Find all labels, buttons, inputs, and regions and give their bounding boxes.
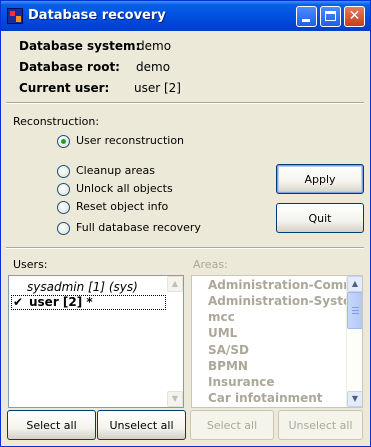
- radio-label-cleanup-areas[interactable]: Cleanup areas: [76, 164, 155, 177]
- minimize-icon: [302, 19, 310, 22]
- scroll-down-arrow-icon[interactable]: ▼: [347, 391, 362, 407]
- radio-full-database-recovery[interactable]: [57, 222, 70, 235]
- close-button[interactable]: ✕: [344, 6, 365, 27]
- radio-cleanup-areas[interactable]: [57, 165, 70, 178]
- title-bar[interactable]: Database recovery ✕: [1, 1, 370, 31]
- radio-reset-object-info[interactable]: [57, 201, 70, 214]
- db-system-value: demo: [137, 39, 172, 53]
- maximize-icon: [325, 11, 336, 21]
- scroll-up-arrow-icon[interactable]: ▲: [347, 276, 362, 292]
- area-item[interactable]: Administration-Syster: [208, 293, 357, 309]
- users-label: Users:: [13, 258, 48, 271]
- db-system-label: Database system:: [19, 39, 141, 53]
- current-user-value: user [2]: [134, 81, 181, 95]
- areas-unselect-all-button[interactable]: Unselect all: [278, 410, 363, 440]
- radio-unlock-all-objects[interactable]: [57, 183, 70, 196]
- radio-label-user-reconstruction[interactable]: User reconstruction: [76, 134, 184, 147]
- db-root-value: demo: [136, 60, 171, 74]
- areas-scrollbar-thumb[interactable]: [347, 292, 362, 329]
- radio-label-unlock-all-objects[interactable]: Unlock all objects: [76, 182, 173, 195]
- maximize-button[interactable]: [320, 6, 341, 27]
- area-item[interactable]: UML: [208, 325, 237, 341]
- area-item[interactable]: mcc: [208, 309, 235, 325]
- current-user-label: Current user:: [19, 81, 110, 95]
- areas-label: Areas:: [193, 258, 228, 271]
- scroll-up-arrow-icon[interactable]: ▲: [167, 276, 183, 292]
- area-item[interactable]: Insurance: [208, 374, 275, 390]
- radio-user-reconstruction[interactable]: [57, 135, 70, 148]
- areas-scrollbar[interactable]: ▲ ▼: [346, 276, 362, 407]
- users-unselect-all-button[interactable]: Unselect all: [97, 410, 186, 440]
- radio-label-reset-object-info[interactable]: Reset object info: [76, 200, 168, 213]
- area-item[interactable]: Car infotainment: [208, 390, 323, 406]
- users-select-all-button[interactable]: Select all: [7, 410, 96, 440]
- db-root-label: Database root:: [19, 60, 120, 74]
- radio-label-full-database-recovery[interactable]: Full database recovery: [76, 221, 201, 234]
- database-recovery-app-icon[interactable]: [7, 8, 23, 24]
- reconstruction-label: Reconstruction:: [13, 115, 100, 128]
- checkmark-icon: ✔: [13, 295, 24, 309]
- areas-listbox[interactable]: Administration-Comm Administration-Syste…: [191, 275, 363, 408]
- separator: [6, 247, 364, 249]
- database-recovery-window: Database recovery ✕ Database system: dem…: [0, 0, 371, 447]
- area-item[interactable]: BPMN: [208, 358, 248, 374]
- user-item-sysadmin[interactable]: sysadmin [1] (sys): [27, 279, 138, 295]
- area-item[interactable]: SA/SD: [208, 342, 249, 358]
- separator: [6, 102, 364, 104]
- window-title: Database recovery: [28, 8, 166, 23]
- user-item-checkmark: ✔: [13, 294, 23, 310]
- close-icon: ✕: [348, 8, 361, 24]
- minimize-button[interactable]: [296, 6, 317, 27]
- users-scrollbar[interactable]: ▲ ▼: [167, 276, 183, 407]
- areas-select-all-button[interactable]: Select all: [190, 410, 274, 440]
- quit-button[interactable]: Quit: [276, 203, 364, 233]
- apply-button[interactable]: Apply: [276, 164, 364, 194]
- users-listbox[interactable]: sysadmin [1] (sys) ✔ user [2] * ▲ ▼: [8, 275, 184, 408]
- scroll-down-arrow-icon[interactable]: ▼: [167, 391, 183, 407]
- user-item-user[interactable]: user [2] *: [29, 294, 93, 310]
- area-item[interactable]: Administration-Comm: [208, 277, 356, 293]
